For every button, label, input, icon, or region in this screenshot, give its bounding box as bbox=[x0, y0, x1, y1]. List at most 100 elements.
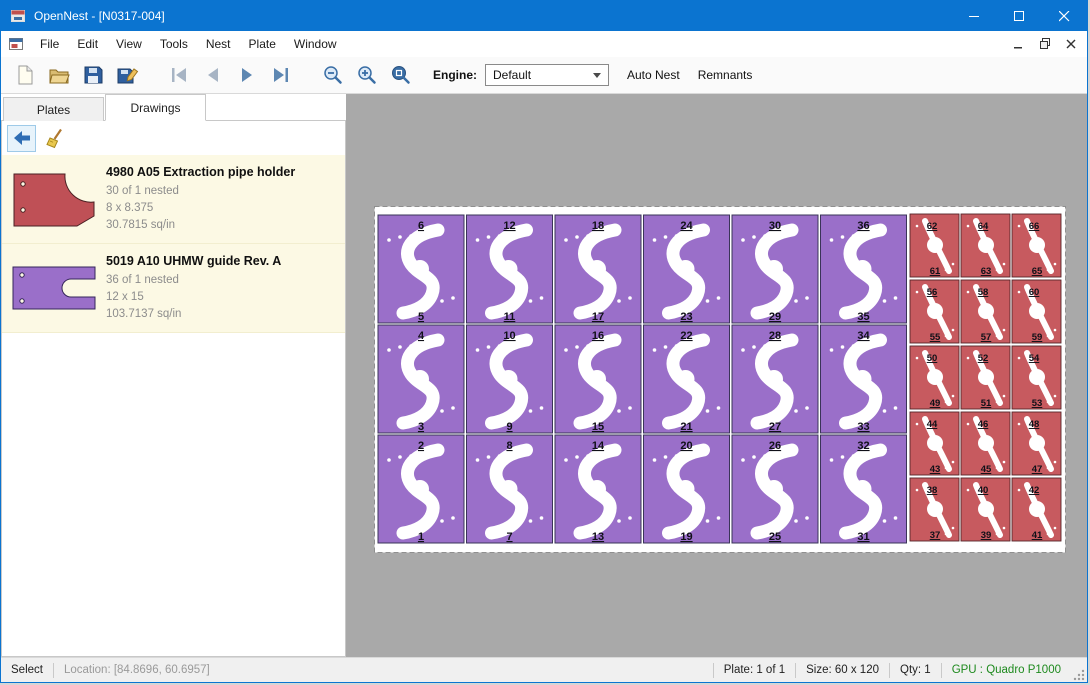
purple-part-pair[interactable]: 2221 bbox=[644, 325, 730, 433]
menu-view[interactable]: View bbox=[107, 31, 151, 57]
part-number: 8 bbox=[506, 440, 512, 452]
drawings-panel: 4980 A05 Extraction pipe holder 30 of 1 … bbox=[1, 120, 346, 657]
part-number: 4 bbox=[418, 330, 425, 342]
part-number: 2 bbox=[418, 440, 424, 452]
last-plate-button[interactable] bbox=[265, 60, 297, 90]
part-number: 59 bbox=[1032, 332, 1043, 343]
first-plate-button[interactable] bbox=[163, 60, 195, 90]
close-button[interactable] bbox=[1042, 1, 1087, 31]
purple-part-pair[interactable]: 109 bbox=[467, 325, 553, 433]
part-number: 45 bbox=[981, 464, 992, 475]
part-number: 7 bbox=[506, 531, 512, 543]
previous-plate-button[interactable] bbox=[197, 60, 229, 90]
part-number: 32 bbox=[857, 440, 869, 452]
purple-part-pair[interactable]: 1211 bbox=[467, 215, 553, 323]
purple-part-pair[interactable]: 65 bbox=[378, 215, 464, 323]
part-number: 11 bbox=[504, 311, 516, 323]
mdi-restore-icon[interactable] bbox=[1034, 34, 1056, 54]
part-number: 50 bbox=[927, 353, 938, 364]
purple-part-pair[interactable]: 1413 bbox=[555, 435, 641, 543]
red-part-pair[interactable]: 6665 bbox=[1012, 214, 1061, 277]
part-number: 28 bbox=[769, 330, 781, 342]
nest-svg[interactable]: 6512111817242330293635431091615222128273… bbox=[374, 206, 1066, 553]
zoom-out-button[interactable] bbox=[317, 60, 349, 90]
zoom-in-button[interactable] bbox=[351, 60, 383, 90]
return-part-button[interactable] bbox=[7, 125, 36, 152]
menu-window[interactable]: Window bbox=[285, 31, 346, 57]
menu-plate[interactable]: Plate bbox=[240, 31, 285, 57]
purple-part-pair[interactable]: 2019 bbox=[644, 435, 730, 543]
app-window: OpenNest - [N0317-004] File Edit View To… bbox=[0, 0, 1088, 683]
new-file-button[interactable] bbox=[9, 60, 41, 90]
red-part-pair[interactable]: 5857 bbox=[961, 280, 1010, 343]
part-number: 17 bbox=[592, 311, 604, 323]
mdi-close-icon[interactable] bbox=[1060, 34, 1082, 54]
red-part-pair[interactable]: 4241 bbox=[1012, 478, 1061, 541]
part-number: 47 bbox=[1032, 464, 1043, 475]
save-button[interactable] bbox=[77, 60, 109, 90]
resize-grip[interactable] bbox=[1071, 658, 1087, 683]
clear-parts-button[interactable] bbox=[41, 125, 70, 152]
menu-file[interactable]: File bbox=[31, 31, 68, 57]
red-part-pair[interactable]: 5251 bbox=[961, 346, 1010, 409]
red-part-pair[interactable]: 5655 bbox=[910, 280, 959, 343]
auto-nest-button[interactable]: Auto Nest bbox=[627, 68, 680, 82]
part-size: 12 x 15 bbox=[106, 289, 281, 306]
purple-part-pair[interactable]: 3029 bbox=[732, 215, 818, 323]
tab-drawings[interactable]: Drawings bbox=[105, 94, 206, 121]
status-size: Size: 60 x 120 bbox=[796, 664, 889, 676]
part-area: 30.7815 sq/in bbox=[106, 217, 295, 234]
red-part-pair[interactable]: 4645 bbox=[961, 412, 1010, 475]
red-part-pair[interactable]: 6059 bbox=[1012, 280, 1061, 343]
red-part-pair[interactable]: 6463 bbox=[961, 214, 1010, 277]
red-part-pair[interactable]: 4443 bbox=[910, 412, 959, 475]
part-number: 65 bbox=[1032, 266, 1043, 277]
purple-part-pair[interactable]: 43 bbox=[378, 325, 464, 433]
part-number: 34 bbox=[857, 330, 870, 342]
purple-part-pair[interactable]: 3635 bbox=[821, 215, 907, 323]
menu-edit[interactable]: Edit bbox=[68, 31, 107, 57]
part-number: 35 bbox=[857, 311, 869, 323]
purple-part-pair[interactable]: 2827 bbox=[732, 325, 818, 433]
sidebar: Plates Drawings bbox=[1, 94, 346, 657]
remnants-button[interactable]: Remnants bbox=[698, 68, 753, 82]
maximize-button[interactable] bbox=[997, 1, 1042, 31]
purple-part-pair[interactable]: 1615 bbox=[555, 325, 641, 433]
purple-part-pair[interactable]: 2625 bbox=[732, 435, 818, 543]
save-as-button[interactable] bbox=[111, 60, 143, 90]
zoom-fit-button[interactable] bbox=[385, 60, 417, 90]
red-part-pair[interactable]: 3837 bbox=[910, 478, 959, 541]
document-icon[interactable] bbox=[8, 36, 24, 52]
menu-bar: File Edit View Tools Nest Plate Window bbox=[1, 31, 1087, 57]
red-part-pair[interactable]: 4847 bbox=[1012, 412, 1061, 475]
next-plate-button[interactable] bbox=[231, 60, 263, 90]
mdi-window-controls bbox=[1008, 34, 1087, 54]
minimize-button[interactable] bbox=[952, 1, 997, 31]
mdi-minimize-icon[interactable] bbox=[1008, 34, 1030, 54]
purple-part-pair[interactable]: 2423 bbox=[644, 215, 730, 323]
menu-tools[interactable]: Tools bbox=[151, 31, 197, 57]
open-file-button[interactable] bbox=[43, 60, 75, 90]
menu-nest[interactable]: Nest bbox=[197, 31, 240, 57]
red-part-pair[interactable]: 5453 bbox=[1012, 346, 1061, 409]
engine-label: Engine: bbox=[433, 68, 477, 82]
part-item-red[interactable]: 4980 A05 Extraction pipe holder 30 of 1 … bbox=[2, 155, 345, 244]
purple-part-pair[interactable]: 21 bbox=[378, 435, 464, 543]
part-item-purple[interactable]: 5019 A10 UHMW guide Rev. A 36 of 1 neste… bbox=[2, 244, 345, 333]
engine-dropdown[interactable]: Default bbox=[485, 64, 609, 86]
red-part-pair[interactable]: 4039 bbox=[961, 478, 1010, 541]
part-list: 4980 A05 Extraction pipe holder 30 of 1 … bbox=[2, 155, 345, 333]
part-name: 4980 A05 Extraction pipe holder bbox=[106, 164, 295, 181]
tab-plates[interactable]: Plates bbox=[3, 97, 104, 121]
broom-icon bbox=[45, 127, 67, 149]
save-as-icon bbox=[115, 63, 139, 87]
red-part-pair[interactable]: 5049 bbox=[910, 346, 959, 409]
purple-part-pair[interactable]: 3433 bbox=[821, 325, 907, 433]
purple-part-pair[interactable]: 87 bbox=[467, 435, 553, 543]
purple-part-pair[interactable]: 1817 bbox=[555, 215, 641, 323]
red-part-pair[interactable]: 6261 bbox=[910, 214, 959, 277]
part-number: 6 bbox=[418, 220, 424, 232]
part-number: 25 bbox=[769, 531, 781, 543]
nest-canvas[interactable]: 6512111817242330293635431091615222128273… bbox=[346, 94, 1087, 657]
purple-part-pair[interactable]: 3231 bbox=[821, 435, 907, 543]
